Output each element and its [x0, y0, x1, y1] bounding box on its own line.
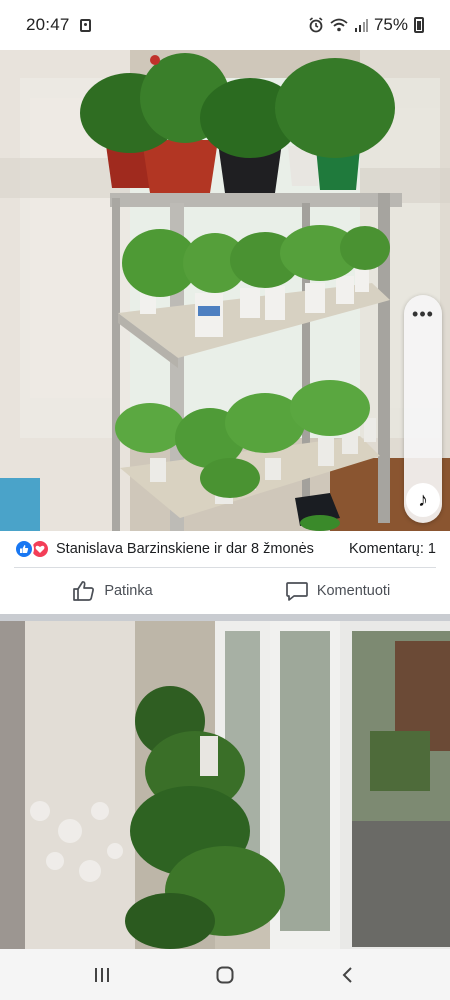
reactions-row[interactable]: Stanislava Barzinskiene ir dar 8 žmonės … [0, 531, 450, 567]
thumbs-up-icon [73, 581, 95, 601]
post-photo-1[interactable]: ••• ♪ [0, 38, 450, 531]
more-dots-icon[interactable]: ••• [404, 305, 442, 323]
screen: ••• ♪ 20:47 75% Stanislava Barzinskiene … [0, 0, 450, 1000]
like-reaction-icon [14, 539, 34, 559]
clock: 20:47 [26, 15, 70, 34]
music-note-icon[interactable]: ♪ [406, 483, 440, 517]
window-plants-photo [0, 621, 450, 949]
like-label: Patinka [104, 583, 153, 599]
post-separator [0, 614, 450, 621]
home-button[interactable] [205, 955, 245, 995]
system-nav-bar [0, 949, 450, 1000]
status-bar: 20:47 75% [0, 0, 450, 50]
back-button[interactable] [328, 955, 368, 995]
status-icons: 75% [308, 15, 424, 35]
battery-icon [414, 17, 424, 33]
comment-label: Komentuoti [316, 583, 391, 599]
battery-percent: 75% [373, 15, 408, 34]
post-photo-2[interactable] [0, 621, 450, 949]
signal-icon [354, 19, 368, 32]
comment-button[interactable]: Komentuoti [225, 580, 450, 602]
plant-shelf-photo [0, 38, 450, 531]
back-icon [342, 966, 353, 983]
comments-count[interactable]: Komentarų: 1 [349, 541, 436, 557]
notification-icon [79, 18, 91, 32]
post-actions: Patinka Komentuoti [0, 568, 450, 614]
reactions-summary[interactable]: Stanislava Barzinskiene ir dar 8 žmonės [56, 541, 314, 557]
reaction-icons [14, 539, 50, 559]
recent-apps-button[interactable] [82, 955, 122, 995]
alarm-icon [309, 17, 323, 33]
comment-bubble-icon [285, 582, 308, 601]
home-icon [216, 966, 234, 983]
recent-apps-icon [94, 967, 109, 982]
wifi-icon [330, 18, 348, 32]
like-button[interactable]: Patinka [0, 580, 225, 602]
audio-side-widget[interactable]: ••• ♪ [404, 295, 442, 523]
